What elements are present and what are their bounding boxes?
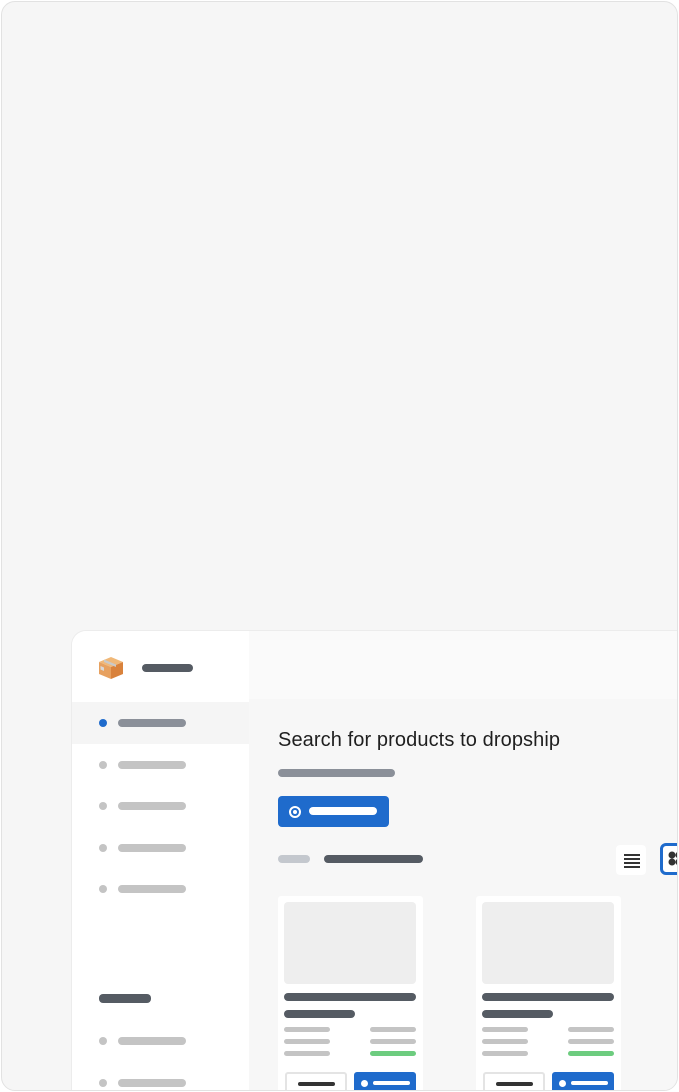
product-title-line	[482, 1010, 553, 1018]
product-secondary-button[interactable]	[285, 1072, 347, 1090]
sidebar-item-1[interactable]	[72, 702, 249, 744]
sidebar-item-indicator	[99, 844, 107, 852]
primary-action-button[interactable]	[278, 796, 389, 827]
sidebar-item-2[interactable]	[72, 744, 249, 786]
sidebar-item-5[interactable]	[72, 870, 249, 912]
product-meta-value	[370, 1039, 416, 1044]
sidebar	[72, 631, 249, 1090]
product-profit-value	[568, 1051, 614, 1056]
grid-view-button[interactable]	[660, 843, 677, 875]
product-meta-label	[482, 1051, 528, 1056]
page-subtitle-placeholder	[278, 769, 395, 777]
product-primary-label	[571, 1081, 608, 1085]
sidebar-item-label	[118, 844, 186, 852]
sidebar-item-indicator	[99, 719, 107, 727]
brand-name-placeholder	[142, 664, 193, 672]
product-title-line	[482, 993, 614, 1001]
grid-view-icon	[668, 851, 677, 866]
product-primary-button[interactable]	[552, 1072, 614, 1090]
app-window: Search for products to dropship	[72, 631, 677, 1090]
mockup-frame: Search for products to dropship	[1, 1, 678, 1091]
sidebar-item-label	[118, 719, 186, 727]
product-meta-label	[284, 1051, 330, 1056]
product-image-placeholder	[284, 902, 416, 984]
product-meta-label	[482, 1027, 528, 1032]
sidebar-item-indicator	[99, 1079, 107, 1087]
product-profit-value	[370, 1051, 416, 1056]
radio-icon	[559, 1080, 566, 1087]
list-view-button[interactable]	[616, 845, 646, 875]
main-content: Search for products to dropship	[249, 699, 677, 1090]
product-meta-value	[568, 1039, 614, 1044]
product-title-line	[284, 1010, 355, 1018]
product-meta-label	[482, 1039, 528, 1044]
sidebar-item-6[interactable]	[72, 1023, 249, 1065]
product-primary-label	[373, 1081, 410, 1085]
sidebar-item-7[interactable]	[72, 1065, 249, 1090]
product-primary-button[interactable]	[354, 1072, 416, 1090]
sidebar-item-label	[118, 761, 186, 769]
sidebar-item-label	[118, 802, 186, 810]
sidebar-item-indicator	[99, 885, 107, 893]
radio-icon	[361, 1080, 368, 1087]
product-title-line	[284, 993, 416, 1001]
product-card[interactable]	[476, 896, 621, 1090]
sidebar-section-heading	[99, 994, 151, 1003]
product-meta-label	[284, 1039, 330, 1044]
sidebar-item-label	[118, 1079, 186, 1087]
sidebar-item-indicator	[99, 802, 107, 810]
radio-icon	[289, 806, 301, 818]
product-image-placeholder	[482, 902, 614, 984]
results-count-placeholder	[324, 855, 423, 863]
product-meta-value	[370, 1027, 416, 1032]
primary-action-label	[309, 807, 377, 815]
product-meta-label	[284, 1027, 330, 1032]
product-secondary-label	[298, 1082, 335, 1086]
package-box-icon	[99, 657, 123, 679]
product-card[interactable]	[278, 896, 423, 1090]
list-view-icon	[624, 854, 640, 868]
sidebar-item-4[interactable]	[72, 828, 249, 870]
brand	[72, 631, 249, 701]
product-meta-value	[568, 1027, 614, 1032]
page-title: Search for products to dropship	[278, 729, 561, 751]
sidebar-item-label	[118, 1037, 186, 1045]
sidebar-item-indicator	[99, 761, 107, 769]
top-bar	[249, 631, 677, 699]
sidebar-item-label	[118, 885, 186, 893]
sidebar-item-indicator	[99, 1037, 107, 1045]
filter-chip-placeholder[interactable]	[278, 855, 310, 863]
sidebar-item-3[interactable]	[72, 786, 249, 828]
product-secondary-label	[496, 1082, 533, 1086]
product-secondary-button[interactable]	[483, 1072, 545, 1090]
